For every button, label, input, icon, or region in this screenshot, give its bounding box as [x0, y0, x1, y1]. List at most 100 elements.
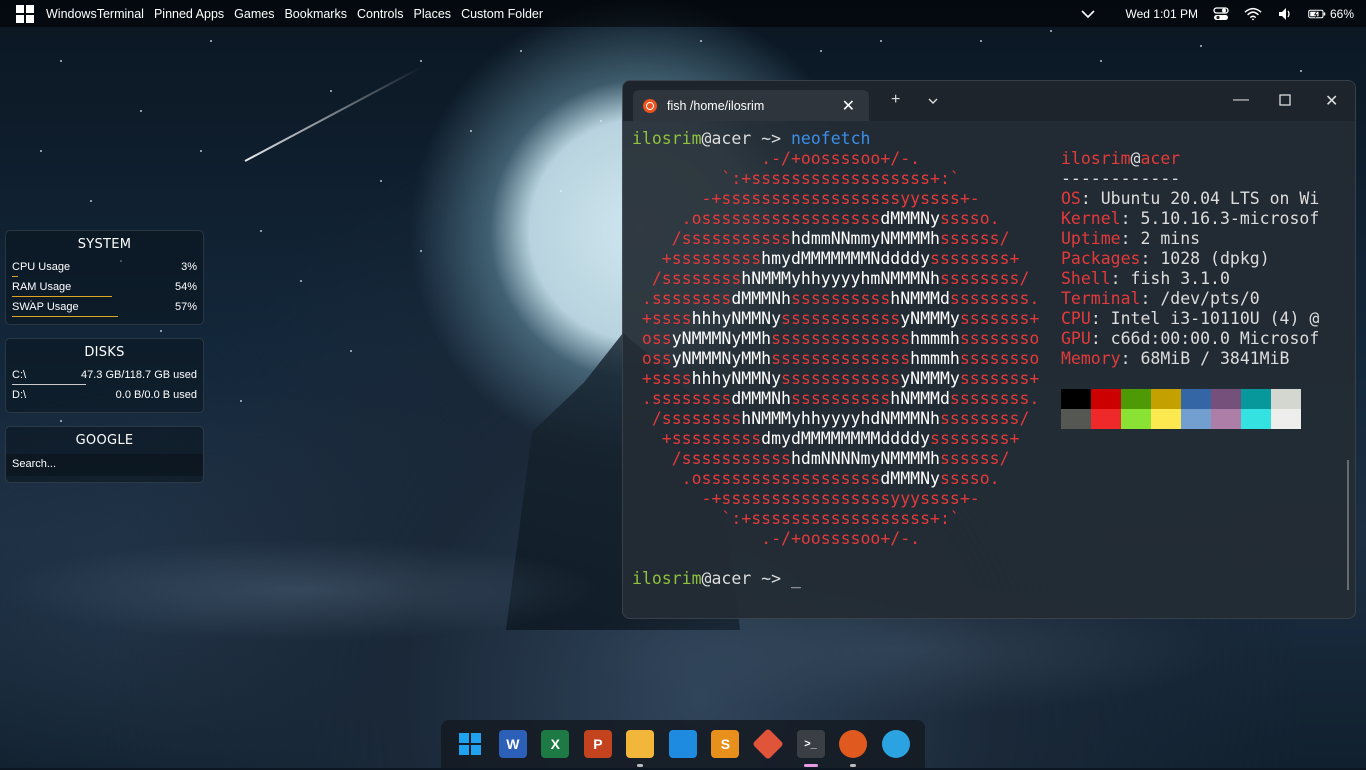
chevron-down-icon[interactable] [1079, 7, 1097, 21]
menu-bookmarks[interactable]: Bookmarks [284, 7, 347, 21]
info-row: CPU: Intel i3-10110U (4) @ [1061, 309, 1319, 329]
palette-swatch [1061, 389, 1091, 409]
palette-swatch [1271, 409, 1301, 429]
ascii-logo-line: +sssshhhyNMMNyssssssssssssyNMMMysssssss+ [632, 369, 1040, 388]
minimize-icon[interactable]: — [1233, 91, 1249, 109]
info-key: Memory [1061, 349, 1121, 368]
ram-usage-label: RAM Usage [12, 281, 72, 293]
cpu-usage-value: 3% [181, 261, 197, 273]
word-icon[interactable]: W [498, 730, 527, 758]
prompt-host: acer [711, 129, 752, 148]
meteor [244, 66, 423, 162]
new-tab-button[interactable]: + [891, 91, 900, 109]
toggle-icon[interactable] [1212, 6, 1230, 21]
info-row: Kernel: 5.10.16.3-microsof [1061, 209, 1319, 229]
menu-games[interactable]: Games [234, 7, 274, 21]
battery-charging-icon [1308, 7, 1326, 21]
terminal-titlebar[interactable]: fish /home/ilosrim ✕ + — ✕ [623, 81, 1355, 121]
telegram-icon[interactable] [881, 730, 910, 758]
google-search-input[interactable]: Search... [6, 454, 203, 476]
wifi-icon[interactable] [1244, 7, 1262, 21]
ascii-logo-line: /sssssssshNMMMyhhyyyyhmNMMMNhssssssss/ [632, 269, 1030, 288]
palette-swatch [1241, 389, 1271, 409]
ascii-logo-line: `:+ssssssssssssssssss+:` [632, 509, 960, 528]
menu-pinned-apps[interactable]: Pinned Apps [154, 7, 224, 21]
info-value: : fish 3.1.0 [1110, 269, 1230, 288]
start-icon[interactable] [456, 730, 484, 758]
star [260, 230, 262, 232]
info-row: Uptime: 2 mins [1061, 229, 1200, 249]
ram-usage-row: RAM Usage 54% [6, 278, 203, 298]
top-menu: WindowsTerminal Pinned Apps Games Bookma… [46, 7, 543, 21]
battery-percent: 66% [1329, 6, 1354, 21]
ascii-logo-line: .ossssssssssssssssssdMMMNysssso. [632, 469, 1000, 488]
info-key: Kernel [1061, 209, 1121, 228]
info-key: Shell [1061, 269, 1111, 288]
info-value: : Intel i3-10110U (4) @ [1090, 309, 1320, 328]
clock[interactable]: Wed 1:01 PM [1125, 7, 1197, 21]
running-indicator [803, 764, 818, 767]
git-icon[interactable] [752, 728, 784, 760]
ram-usage-value: 54% [174, 281, 197, 293]
app-glyph: P [593, 736, 603, 752]
prompt-line: ilosrim@acer ~> neofetch [632, 129, 871, 148]
menu-controls[interactable]: Controls [357, 7, 404, 21]
system-widget: SYSTEM CPU Usage 3% RAM Usage 54% SWAP U… [5, 230, 204, 325]
star [560, 190, 562, 192]
info-value: : 1028 (dpkg) [1140, 249, 1270, 268]
menu-places[interactable]: Places [414, 7, 452, 21]
palette-swatch [1091, 389, 1121, 409]
close-window-icon[interactable]: ✕ [1325, 91, 1338, 111]
palette-swatch [1271, 389, 1301, 409]
prompt-arrow-current: ~> [751, 569, 791, 588]
windows-logo-icon[interactable] [16, 4, 34, 23]
star [880, 40, 882, 42]
star [420, 250, 422, 252]
ascii-logo-line: .ssssssssdMMMNhsssssssssshNMMMdssssssss. [632, 389, 1040, 408]
star [1200, 45, 1202, 47]
star [350, 350, 352, 352]
menu-custom-folder[interactable]: Custom Folder [461, 7, 543, 21]
ascii-logo-line: .ossssssssssssssssssdMMMNysssso. [632, 209, 1000, 228]
info-value: : c66d:00:00.0 Microsof [1090, 329, 1320, 348]
top-bar: WindowsTerminal Pinned Apps Games Bookma… [0, 0, 1366, 27]
palette-swatch [1241, 409, 1271, 429]
info-key: GPU [1061, 329, 1091, 348]
star [820, 50, 822, 52]
system-widget-title: SYSTEM [77, 237, 132, 252]
terminal-tab[interactable]: fish /home/ilosrim ✕ [633, 90, 869, 121]
star [420, 60, 422, 62]
star [160, 330, 162, 332]
info-title: ilosrim@acer [1061, 149, 1181, 168]
firefox-icon[interactable] [839, 730, 868, 767]
sublime-text-icon[interactable]: S [711, 730, 740, 758]
info-key: CPU [1061, 309, 1091, 328]
maximize-icon[interactable] [1279, 93, 1291, 111]
volume-icon[interactable] [1276, 7, 1294, 21]
prompt-user-current: ilosrim [632, 569, 702, 588]
disk-c-row: C:\ 47.3 GB/118.7 GB used [6, 366, 203, 386]
command-text: neofetch [790, 129, 871, 148]
menu-windowsterminal[interactable]: WindowsTerminal [46, 7, 144, 21]
cursor: _ [790, 569, 801, 588]
star [380, 180, 382, 182]
excel-icon[interactable]: X [541, 730, 570, 758]
star [300, 280, 302, 282]
ram-usage-bar [12, 296, 112, 297]
disk-c-value: 47.3 GB/118.7 GB used [81, 369, 197, 381]
terminal-scrollbar[interactable] [1347, 460, 1349, 590]
tab-close-icon[interactable]: ✕ [842, 96, 855, 116]
ascii-logo-line: /ssssssssssshdmNNNNmyNMMMMhssssss/ [632, 449, 1010, 468]
vscode-icon[interactable] [668, 730, 697, 758]
tab-dropdown-icon[interactable] [927, 93, 939, 111]
file-explorer-icon[interactable] [626, 730, 655, 767]
terminal-icon[interactable]: >_ [796, 730, 825, 767]
swap-usage-row: SWAP Usage 57% [6, 298, 203, 318]
ascii-logo-line: ossyNMMMNyMMhsssssssssssssshmmmhssssssso [632, 329, 1040, 348]
ascii-logo-line: .-/+oossssoo+/-. [632, 149, 921, 168]
system-tray: Wed 1:01 PM 66% [1079, 0, 1354, 27]
star [1050, 30, 1052, 32]
ascii-logo-line: -+ssssssssssssssssssyyssss+- [632, 189, 980, 208]
powerpoint-icon[interactable]: P [583, 730, 612, 758]
battery-indicator[interactable]: 66% [1308, 7, 1354, 21]
